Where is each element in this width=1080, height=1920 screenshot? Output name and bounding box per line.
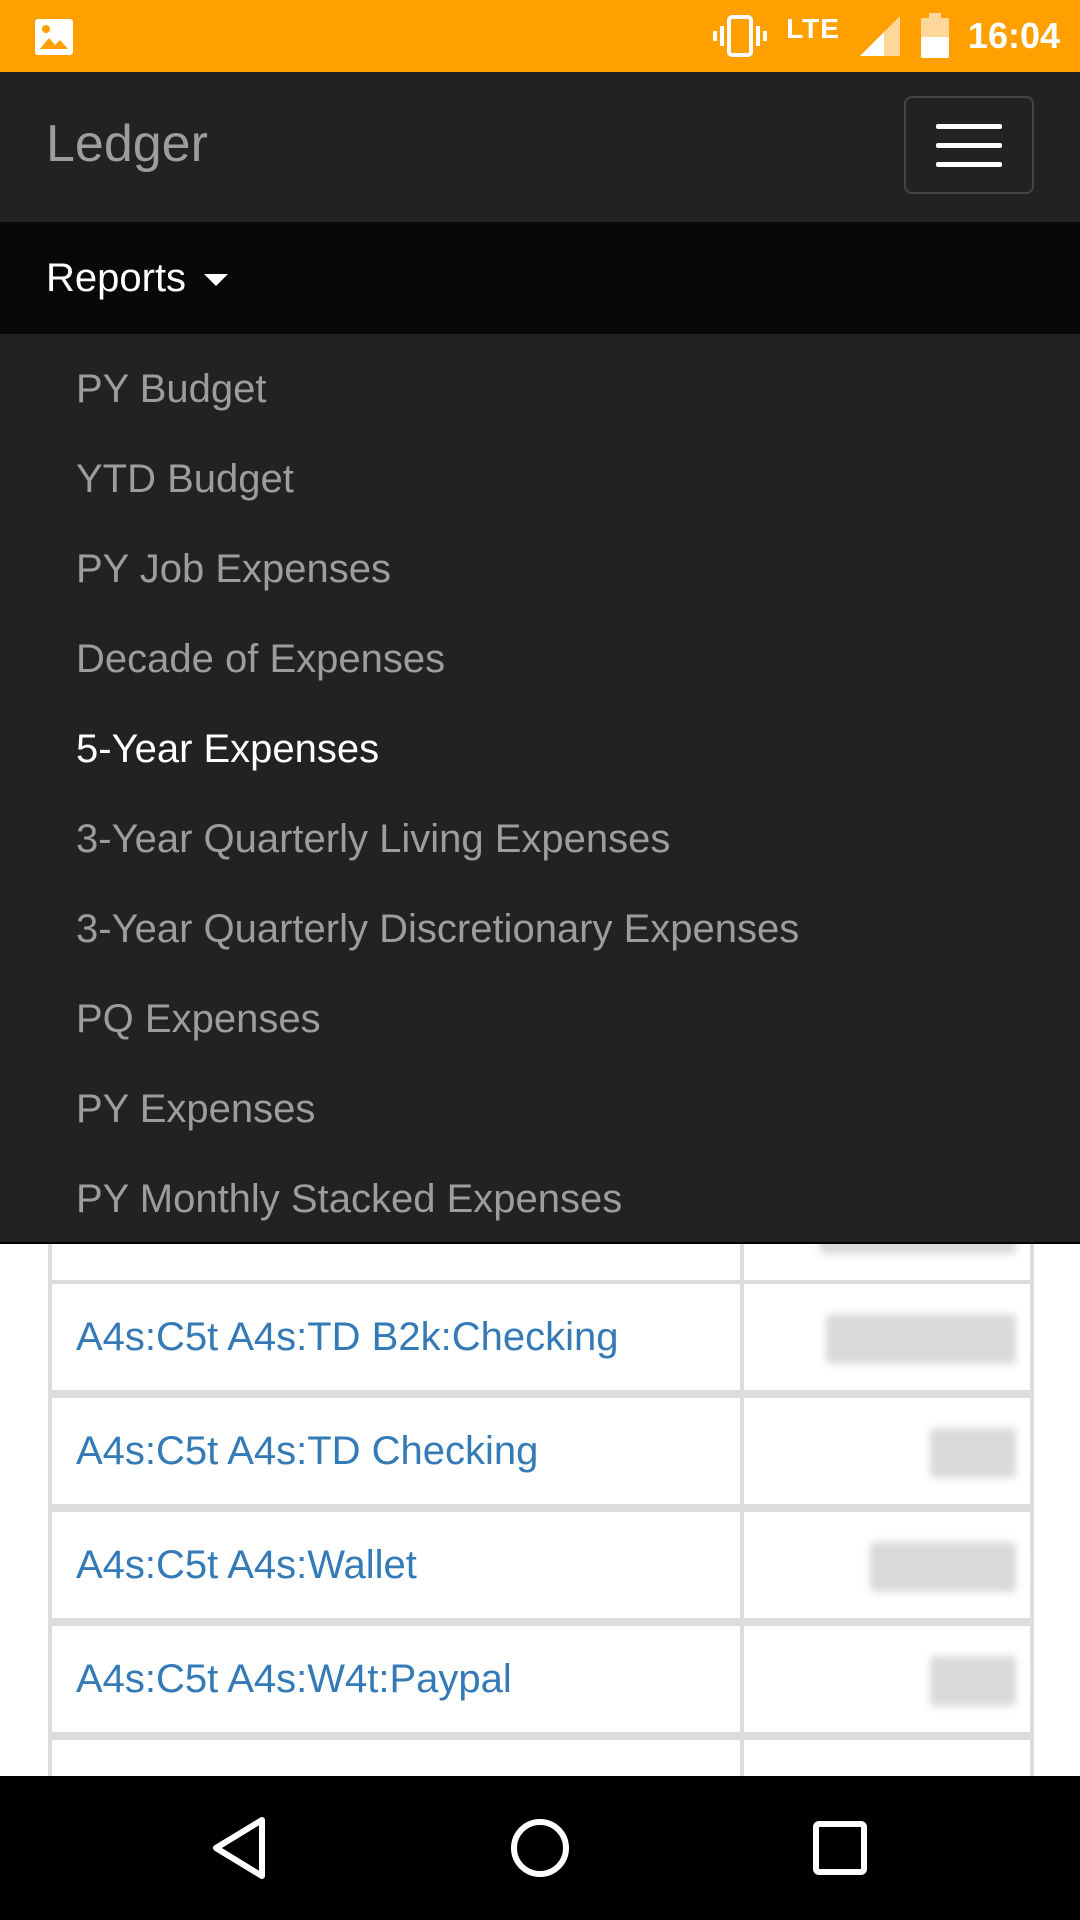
table-row: A4s:C5t A4s:TD Checking <box>48 1394 1034 1508</box>
account-link[interactable]: A4s:C5t A4s:Wallet <box>48 1508 744 1622</box>
clock: 16:04 <box>967 15 1060 56</box>
menu-item-py-expenses[interactable]: PY Expenses <box>0 1064 1080 1154</box>
table-row: A4s:C5t A4s:W4t:Paypal <box>48 1622 1034 1736</box>
menu-item-5-year-expenses[interactable]: 5-Year Expenses <box>0 704 1080 794</box>
back-icon[interactable] <box>202 1810 278 1886</box>
reports-dropdown-menu: PY Budget YTD Budget PY Job Expenses Dec… <box>0 334 1080 1244</box>
accounts-table: A4s:C5t A4s:TD Bank A4s:C5t A4s:TD B2k:C… <box>0 1244 1080 1776</box>
reports-label: Reports <box>46 255 187 300</box>
battery-icon <box>920 13 949 58</box>
menu-item-pq-expenses[interactable]: PQ Expenses <box>0 974 1080 1064</box>
brand-link[interactable]: Ledger <box>46 114 208 174</box>
system-navigation-bar <box>0 1776 1080 1920</box>
status-bar: LTE 16:04 <box>0 0 1080 72</box>
menu-item-3-year-quarterly-discretionary-expenses[interactable]: 3-Year Quarterly Discretionary Expenses <box>0 884 1080 974</box>
menu-item-py-job-expenses[interactable]: PY Job Expenses <box>0 524 1080 614</box>
table-row <box>48 1736 1034 1776</box>
hamburger-icon-bar <box>936 142 1002 148</box>
account-link[interactable]: A4s:C5t A4s:TD B2k:Checking <box>48 1280 744 1394</box>
redacted-value <box>820 1244 1016 1254</box>
menu-item-3-year-quarterly-living-expenses[interactable]: 3-Year Quarterly Living Expenses <box>0 794 1080 884</box>
table-row: A4s:C5t A4s:Wallet <box>48 1508 1034 1622</box>
account-link[interactable]: A4s:C5t A4s:TD Bank <box>48 1244 744 1284</box>
redacted-value <box>826 1314 1016 1364</box>
account-balance <box>744 1280 1034 1394</box>
menu-item-ytd-budget[interactable]: YTD Budget <box>0 434 1080 524</box>
menu-item-decade-of-expenses[interactable]: Decade of Expenses <box>0 614 1080 704</box>
account-link[interactable] <box>48 1736 744 1776</box>
account-link[interactable]: A4s:C5t A4s:W4t:Paypal <box>48 1622 744 1736</box>
hamburger-icon-bar <box>936 123 1002 129</box>
account-balance <box>744 1622 1034 1736</box>
redacted-value <box>870 1542 1016 1592</box>
navbar: Ledger <box>0 72 1080 222</box>
reports-dropdown-toggle[interactable]: Reports <box>0 222 1080 334</box>
home-icon[interactable] <box>502 1810 578 1886</box>
vibrate-icon <box>713 15 768 57</box>
menu-toggle-button[interactable] <box>904 96 1034 194</box>
account-balance <box>744 1394 1034 1508</box>
account-balance <box>744 1244 1034 1284</box>
table-row: A4s:C5t A4s:TD B2k:Checking <box>48 1280 1034 1394</box>
account-link[interactable]: A4s:C5t A4s:TD Checking <box>48 1394 744 1508</box>
menu-item-py-budget[interactable]: PY Budget <box>0 344 1080 434</box>
redacted-value <box>930 1428 1016 1478</box>
redacted-value <box>930 1656 1016 1706</box>
table-row: A4s:C5t A4s:TD Bank <box>48 1244 1034 1284</box>
account-balance <box>744 1736 1034 1776</box>
account-balance <box>744 1508 1034 1622</box>
image-notification-icon <box>35 19 73 55</box>
network-type: LTE <box>786 13 840 44</box>
caret-down-icon <box>204 274 229 286</box>
hamburger-icon-bar <box>936 161 1002 167</box>
signal-icon <box>859 16 900 56</box>
recents-icon[interactable] <box>802 1810 878 1886</box>
menu-item-py-monthly-stacked-expenses[interactable]: PY Monthly Stacked Expenses <box>0 1154 1080 1242</box>
